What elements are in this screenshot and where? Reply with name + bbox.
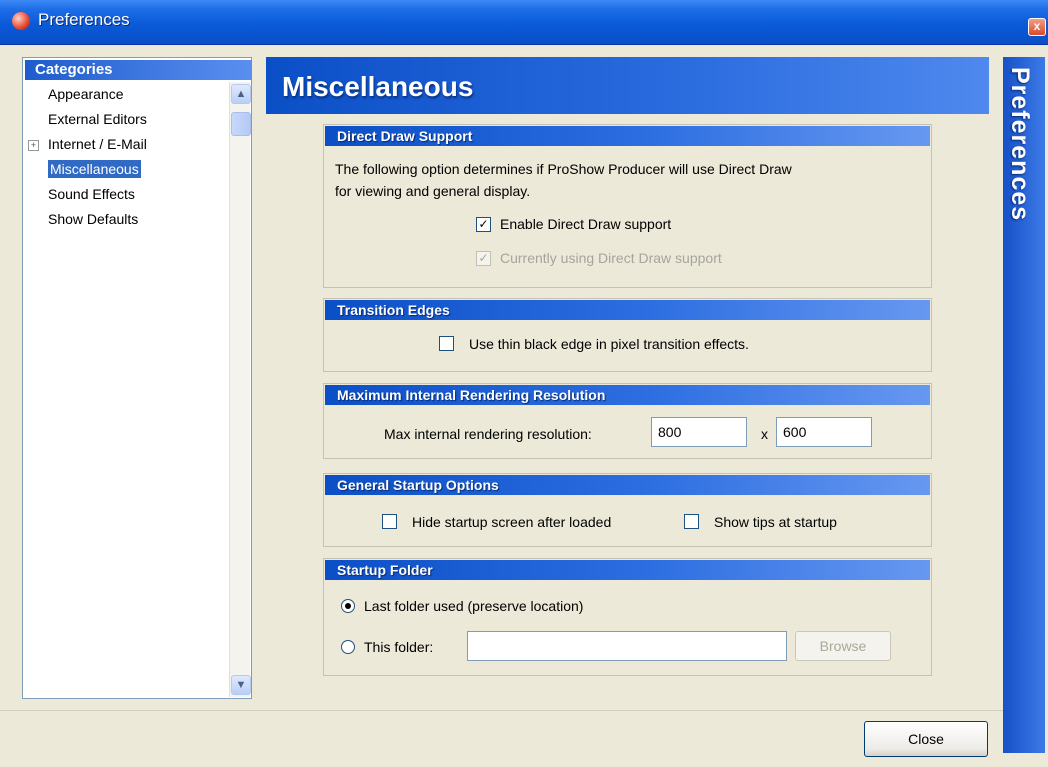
last-folder-label: Last folder used (preserve location) (364, 598, 584, 614)
categories-header: Categories (25, 60, 252, 80)
direct-draw-description-2: for viewing and general display. (335, 183, 531, 199)
scroll-up-icon[interactable]: ▲ (231, 84, 251, 104)
category-internet-email[interactable]: + Internet / E-Mail (23, 132, 223, 157)
bottom-separator (0, 710, 1003, 711)
startup-options-group: General Startup Options Hide startup scr… (323, 473, 932, 547)
app-icon (12, 12, 30, 30)
category-external-editors[interactable]: External Editors (23, 107, 223, 132)
title-bar: Preferences x (0, 0, 1048, 45)
resolution-height-input[interactable] (776, 417, 872, 447)
category-miscellaneous[interactable]: Miscellaneous (23, 157, 223, 182)
resolution-separator: x (761, 426, 768, 442)
thin-edge-checkbox[interactable] (439, 336, 454, 351)
max-resolution-label: Max internal rendering resolution: (384, 426, 592, 442)
section-header: Miscellaneous (266, 57, 989, 114)
direct-draw-group: Direct Draw Support The following option… (323, 124, 932, 288)
resolution-width-input[interactable] (651, 417, 747, 447)
category-label: Internet / E-Mail (48, 136, 147, 152)
category-label: Appearance (48, 86, 124, 102)
scroll-down-icon[interactable]: ▼ (231, 675, 251, 695)
startup-folder-group: Startup Folder Last folder used (preserv… (323, 558, 932, 676)
show-tips-checkbox[interactable] (684, 514, 699, 529)
this-folder-label: This folder: (364, 639, 434, 655)
hide-startup-label: Hide startup screen after loaded (412, 514, 612, 530)
browse-button[interactable]: Browse (795, 631, 891, 661)
scroll-thumb[interactable] (231, 112, 251, 136)
folder-path-input[interactable] (467, 631, 787, 661)
category-sound-effects[interactable]: Sound Effects (23, 182, 223, 207)
page-title: Miscellaneous (282, 71, 474, 102)
side-banner-text: Preferences (1006, 67, 1034, 222)
expand-plus-icon[interactable]: + (28, 140, 39, 151)
window-title: Preferences (38, 10, 130, 29)
radio-dot (345, 603, 351, 609)
show-tips-label: Show tips at startup (714, 514, 837, 530)
last-folder-radio[interactable] (341, 599, 355, 613)
hide-startup-checkbox[interactable] (382, 514, 397, 529)
current-direct-draw-checkbox: ✓ (476, 251, 491, 266)
transition-edges-group: Transition Edges Use thin black edge in … (323, 298, 932, 372)
group-heading: Maximum Internal Rendering Resolution (325, 385, 930, 405)
close-button[interactable]: Close (864, 721, 988, 757)
this-folder-radio[interactable] (341, 640, 355, 654)
category-show-defaults[interactable]: Show Defaults (23, 207, 223, 232)
enable-direct-draw-label: Enable Direct Draw support (500, 216, 672, 232)
max-resolution-group: Maximum Internal Rendering Resolution Ma… (323, 383, 932, 459)
category-label: Sound Effects (48, 186, 135, 202)
categories-list: Appearance External Editors + Internet /… (23, 82, 223, 232)
category-appearance[interactable]: Appearance (23, 82, 223, 107)
category-label: External Editors (48, 111, 147, 127)
category-label: Miscellaneous (48, 160, 141, 178)
current-direct-draw-label: Currently using Direct Draw support (500, 250, 722, 266)
group-heading: Transition Edges (325, 300, 930, 320)
enable-direct-draw-checkbox[interactable]: ✓ (476, 217, 491, 232)
group-heading: Startup Folder (325, 560, 930, 580)
category-label: Show Defaults (48, 211, 139, 227)
group-heading: Direct Draw Support (325, 126, 930, 146)
group-heading: General Startup Options (325, 475, 930, 495)
direct-draw-description: The following option determines if ProSh… (335, 161, 792, 177)
thin-edge-label: Use thin black edge in pixel transition … (469, 336, 749, 352)
categories-scrollbar[interactable]: ▲ ▼ (229, 82, 251, 697)
close-icon[interactable]: x (1028, 18, 1046, 36)
side-banner: Preferences (1003, 57, 1045, 753)
categories-panel: Categories Appearance External Editors +… (22, 57, 252, 699)
